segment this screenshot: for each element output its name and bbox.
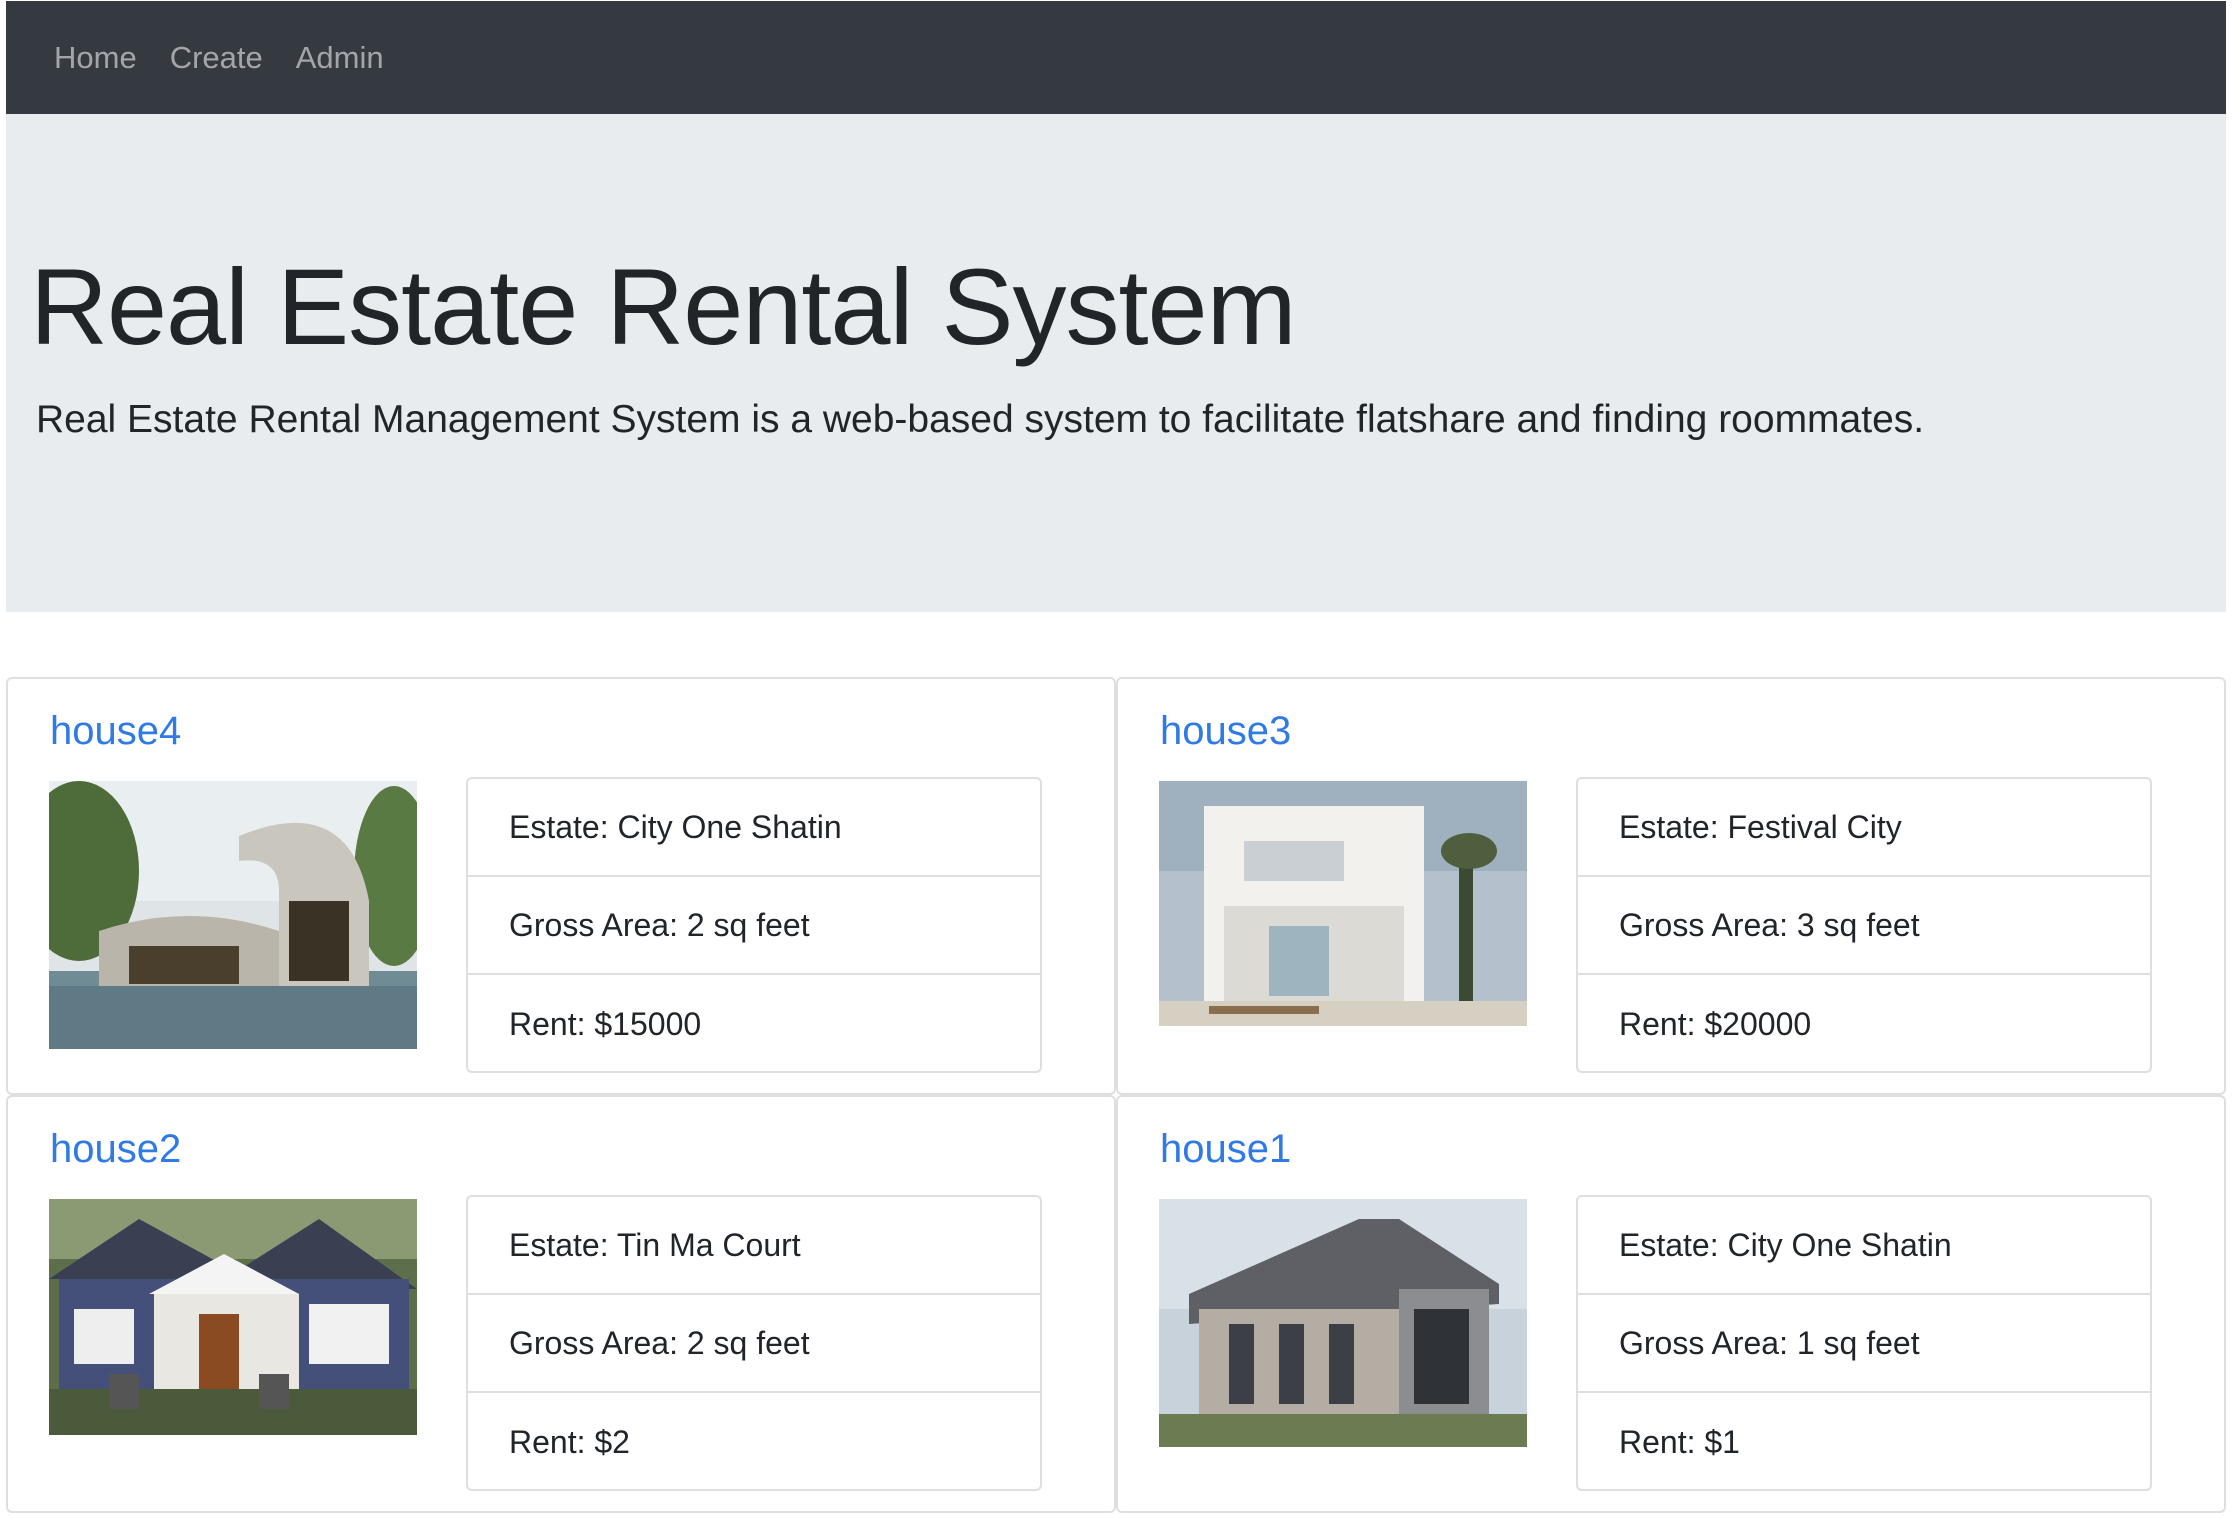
listing-details: Estate: City One Shatin Gross Area: 2 sq… [466, 777, 1042, 1073]
listing-title-link[interactable]: house3 [1160, 709, 1291, 754]
listing-estate: Estate: Tin Ma Court [468, 1197, 1040, 1295]
listing-title-link[interactable]: house2 [50, 1127, 181, 1172]
listing-area: Gross Area: 1 sq feet [1578, 1295, 2150, 1393]
house-photo [49, 1199, 417, 1435]
listing-estate: Estate: Festival City [1578, 779, 2150, 877]
listing-details: Estate: Festival City Gross Area: 3 sq f… [1576, 777, 2152, 1073]
page-description: Real Estate Rental Management System is … [36, 398, 1925, 441]
house-photo [1159, 1199, 1527, 1447]
nav-admin-link[interactable]: Admin [296, 40, 384, 76]
listing-estate: Estate: City One Shatin [1578, 1197, 2150, 1295]
nav-home-link[interactable]: Home [54, 40, 137, 76]
listing-rent: Rent: $2 [509, 1423, 630, 1460]
house-photo [49, 781, 417, 1049]
listing-details: Estate: City One Shatin Gross Area: 1 sq… [1576, 1195, 2152, 1491]
top-navbar: Home Create Admin [6, 1, 2226, 114]
listing-estate: Estate: City One Shatin [468, 779, 1040, 877]
listing-rent: Rent: $20000 [1619, 1005, 1812, 1042]
listing-title-link[interactable]: house4 [50, 709, 181, 754]
listing-rent: Rent: $15000 [509, 1005, 702, 1042]
listing-card: house4 Estate: City One Shatin Gross Are… [6, 677, 1116, 1095]
listing-area: Gross Area: 2 sq feet [468, 1295, 1040, 1393]
listing-card: house2 Estate: Tin Ma Court Gross Area: … [6, 1095, 1116, 1513]
listing-card: house1 Estate: City One Shatin Gross Are… [1116, 1095, 2226, 1513]
listing-area: Gross Area: 3 sq feet [1578, 877, 2150, 975]
listing-rent: Rent: $1 [1619, 1423, 1740, 1460]
listing-details: Estate: Tin Ma Court Gross Area: 2 sq fe… [466, 1195, 1042, 1491]
page-title: Real Estate Rental System [30, 246, 1297, 367]
listing-title-link[interactable]: house1 [1160, 1127, 1291, 1172]
listing-area: Gross Area: 2 sq feet [468, 877, 1040, 975]
nav-create-link[interactable]: Create [170, 40, 263, 76]
listing-card: house3 Estate: Festival City Gross Area:… [1116, 677, 2226, 1095]
house-photo [1159, 781, 1527, 1026]
